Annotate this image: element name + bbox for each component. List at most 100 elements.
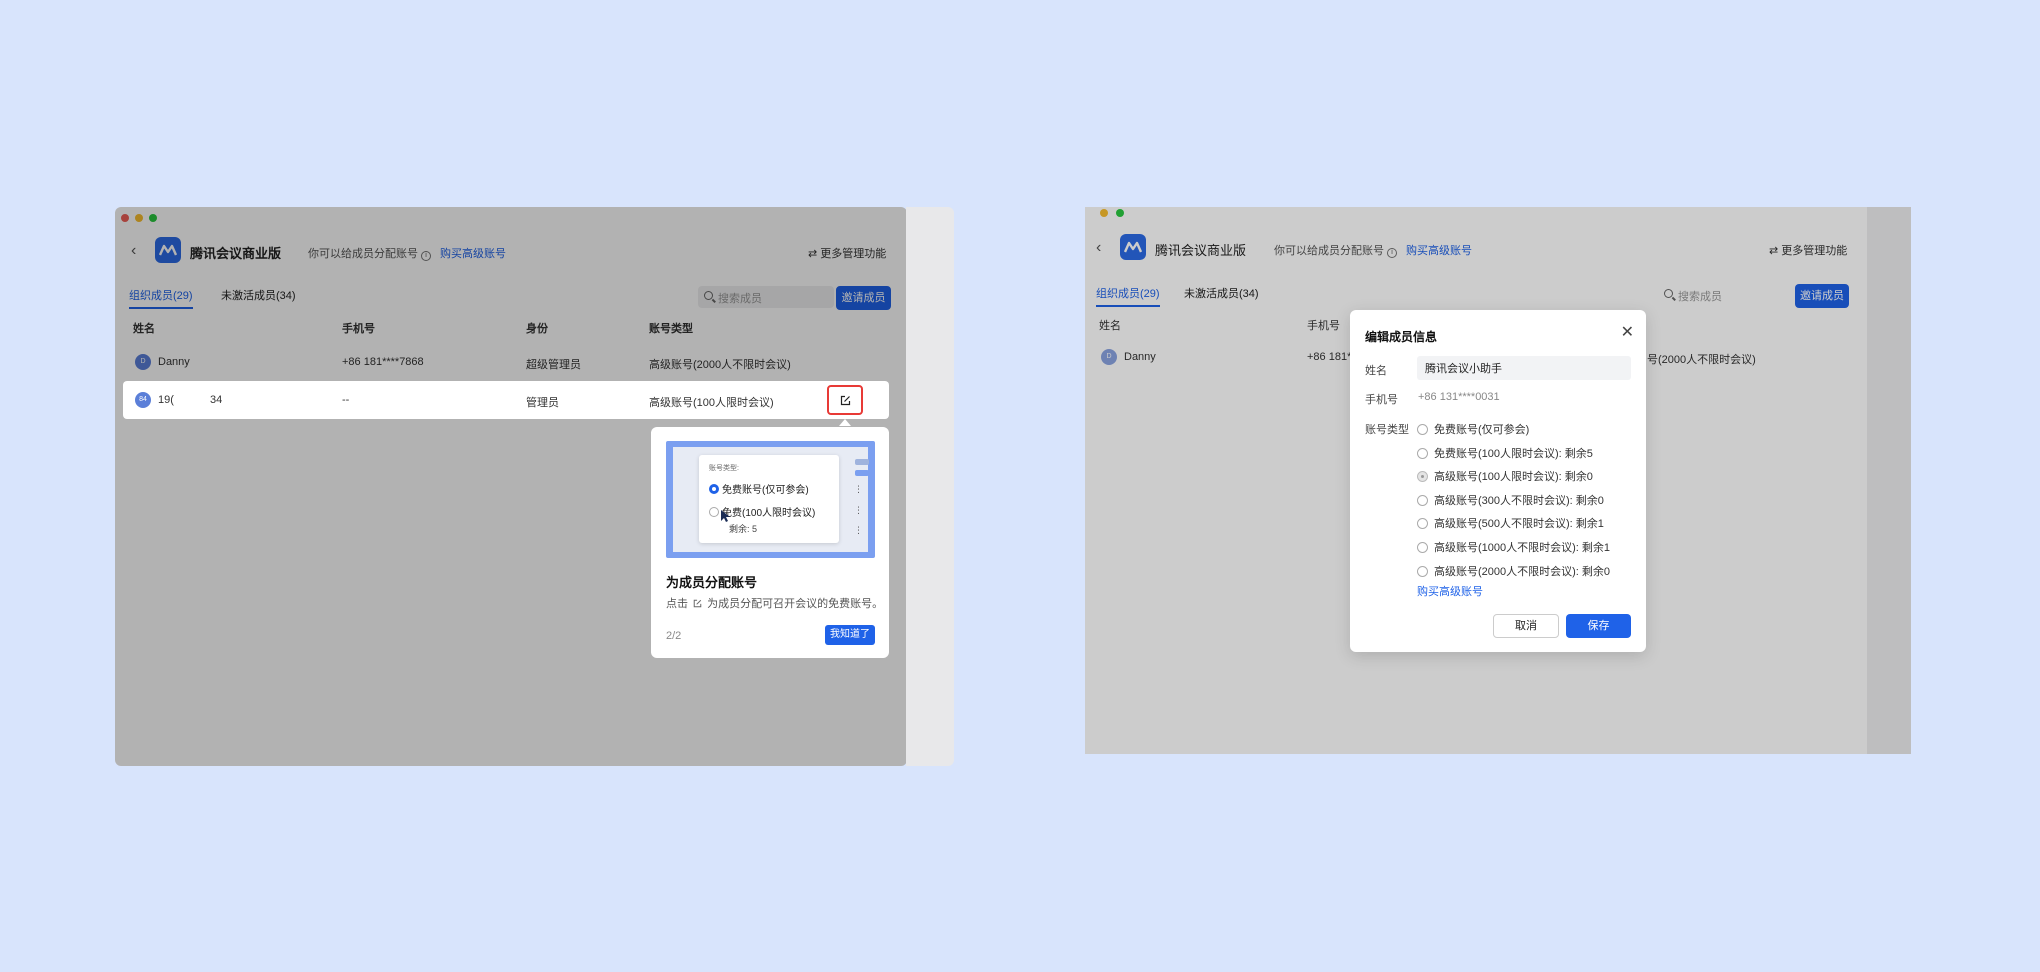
avatar: D xyxy=(1101,349,1117,365)
tab-org-members[interactable]: 组织成员(29) xyxy=(129,287,193,309)
account-option-premium-2000[interactable]: 高级账号(2000人不限时会议): 剩余0 xyxy=(1417,563,1610,579)
tab-org-members[interactable]: 组织成员(29) xyxy=(1096,285,1160,307)
member-name: Danny xyxy=(1124,351,1156,363)
close-icon[interactable]: ✕ xyxy=(1621,322,1634,342)
account-option-label: 高级账号(100人限时会议): 剩余0 xyxy=(1434,471,1593,483)
popover-desc-suffix: 为成员分配可召开会议的免费账号。 xyxy=(707,598,884,610)
col-header-account-type: 账号类型 xyxy=(649,323,693,335)
radio-selected-icon xyxy=(1417,471,1428,482)
search-placeholder: 搜索成员 xyxy=(718,293,762,305)
buy-premium-link[interactable]: 购买高级账号 xyxy=(1417,583,1483,599)
popover-pager: 2/2 xyxy=(666,630,682,642)
tab-inactive-members[interactable]: 未激活成员(34) xyxy=(1184,285,1259,301)
member-name: 19( xyxy=(158,394,174,406)
avatar: D xyxy=(135,354,151,370)
tencent-meeting-logo-icon xyxy=(155,237,181,263)
minimize-traffic-light[interactable] xyxy=(135,214,143,222)
info-icon[interactable]: i xyxy=(421,251,431,261)
account-option-premium-500[interactable]: 高级账号(500人不限时会议): 剩余1 xyxy=(1417,515,1604,531)
back-arrow-icon[interactable]: ‹ xyxy=(1096,239,1101,257)
assign-hint-text: 你可以给成员分配账号 xyxy=(308,248,418,260)
popover-description: 点击 为成员分配可召开会议的免费账号。 xyxy=(666,595,883,611)
member-role: 管理员 xyxy=(526,397,559,409)
illustration-option-free-label: 免费账号(仅可参会) xyxy=(722,485,809,496)
col-header-role: 身份 xyxy=(526,323,548,335)
onboarding-popover: ⋮ ⋮ ⋮ 账号类型: 免费账号(仅可参会) 免费(100人限时会议) 剩余: … xyxy=(651,427,889,658)
search-input[interactable]: 搜索成员 xyxy=(1658,284,1778,306)
col-header-phone: 手机号 xyxy=(1307,320,1340,332)
radio-selected-icon xyxy=(709,484,719,494)
assign-hint: 你可以给成员分配账号 i 购买高级账号 xyxy=(1274,242,1472,258)
more-management-button[interactable]: ⇄ 更多管理功能 xyxy=(1769,242,1847,258)
popover-caret xyxy=(839,419,851,426)
more-management-label: 更多管理功能 xyxy=(1781,245,1848,257)
save-button[interactable]: 保存 xyxy=(1566,614,1631,638)
zoom-traffic-light[interactable] xyxy=(1116,209,1124,217)
left-app-window: ‹ 腾讯会议商业版 你可以给成员分配账号 i 购买高级账号 ⇄ 更多管理功能 组织成… xyxy=(115,207,907,766)
app-title: 腾讯会议商业版 xyxy=(1155,243,1247,258)
app-title: 腾讯会议商业版 xyxy=(190,246,282,261)
search-placeholder: 搜索成员 xyxy=(1678,291,1722,303)
col-header-name: 姓名 xyxy=(133,323,155,335)
name-input[interactable] xyxy=(1417,356,1631,380)
buy-premium-link[interactable]: 购买高级账号 xyxy=(440,248,506,260)
radio-icon xyxy=(1417,424,1428,435)
account-option-premium-300[interactable]: 高级账号(300人不限时会议): 剩余0 xyxy=(1417,492,1604,508)
minimize-traffic-light[interactable] xyxy=(1100,209,1108,217)
illustration-card-title: 账号类型: xyxy=(709,465,739,472)
member-phone: +86 181****7868 xyxy=(342,356,424,368)
app-header: ‹ 腾讯会议商业版 你可以给成员分配账号 i 购买高级账号 ⇄ 更多管理功能 xyxy=(115,235,907,269)
more-management-label: 更多管理功能 xyxy=(820,248,887,260)
member-account-type: 高级账号(100人限时会议) xyxy=(649,397,774,409)
illustration-pill xyxy=(855,459,869,465)
right-side-strip xyxy=(1867,207,1911,754)
search-input[interactable]: 搜索成员 xyxy=(698,286,834,308)
cancel-button[interactable]: 取消 xyxy=(1493,614,1559,638)
account-option-premium-100[interactable]: 高级账号(100人限时会议): 剩余0 xyxy=(1417,468,1593,484)
radio-icon xyxy=(1417,542,1428,553)
account-option-label: 高级账号(2000人不限时会议): 剩余0 xyxy=(1434,566,1611,578)
tab-inactive-members[interactable]: 未激活成员(34) xyxy=(221,287,296,303)
tencent-meeting-logo-icon xyxy=(1120,234,1146,260)
more-management-button[interactable]: ⇄ 更多管理功能 xyxy=(808,245,886,261)
radio-icon xyxy=(1417,495,1428,506)
edit-member-button[interactable] xyxy=(827,385,863,415)
name-label: 姓名 xyxy=(1365,365,1387,377)
account-option-label: 高级账号(300人不限时会议): 剩余0 xyxy=(1434,495,1604,507)
illustration-account-card: 账号类型: 免费账号(仅可参会) 免费(100人限时会议) 剩余: 5 xyxy=(699,455,839,543)
buy-premium-link[interactable]: 购买高级账号 xyxy=(1406,245,1472,257)
radio-icon xyxy=(1417,518,1428,529)
col-header-phone: 手机号 xyxy=(342,323,375,335)
left-window-side-panel xyxy=(906,207,954,766)
zoom-traffic-light[interactable] xyxy=(149,214,157,222)
more-dots-icon: ⋮ xyxy=(854,484,863,494)
invite-member-button[interactable]: 邀请成员 xyxy=(1795,284,1849,308)
account-option-label: 免费账号(100人限时会议): 剩余5 xyxy=(1434,448,1593,460)
back-arrow-icon[interactable]: ‹ xyxy=(131,242,136,260)
col-header-name: 姓名 xyxy=(1099,320,1121,332)
account-option-free[interactable]: 免费账号(仅可参会) xyxy=(1417,421,1529,437)
account-type-label: 账号类型 xyxy=(1365,424,1409,436)
illustration-pill xyxy=(855,470,869,476)
info-icon[interactable]: i xyxy=(1387,248,1397,258)
radio-icon xyxy=(1417,566,1428,577)
app-header: ‹ 腾讯会议商业版 你可以给成员分配账号 i 购买高级账号 ⇄ 更多管理功能 xyxy=(1085,232,1911,266)
account-option-free-100[interactable]: 免费账号(100人限时会议): 剩余5 xyxy=(1417,445,1593,461)
sliders-icon: ⇄ xyxy=(1769,245,1782,257)
account-option-label: 高级账号(500人不限时会议): 剩余1 xyxy=(1434,518,1604,530)
popover-illustration: ⋮ ⋮ ⋮ 账号类型: 免费账号(仅可参会) 免费(100人限时会议) 剩余: … xyxy=(666,441,875,558)
assign-hint: 你可以给成员分配账号 i 购买高级账号 xyxy=(308,245,506,261)
invite-member-button[interactable]: 邀请成员 xyxy=(836,286,891,310)
edit-icon xyxy=(840,395,850,405)
more-dots-icon: ⋮ xyxy=(854,505,863,515)
account-option-premium-1000[interactable]: 高级账号(1000人不限时会议): 剩余1 xyxy=(1417,539,1610,555)
got-it-button[interactable]: 我知道了 xyxy=(825,625,875,645)
close-traffic-light[interactable] xyxy=(121,214,129,222)
member-phone: -- xyxy=(342,394,350,406)
popover-title: 为成员分配账号 xyxy=(666,575,758,590)
member-role: 超级管理员 xyxy=(526,359,581,371)
member-phone: +86 181* xyxy=(1307,351,1352,363)
avatar: 84 xyxy=(135,392,151,408)
edit-member-dialog: 编辑成员信息 ✕ 姓名 手机号 +86 131****0031 账号类型 免费账… xyxy=(1350,310,1646,652)
table-row-highlighted[interactable]: 84 19( 34 -- 管理员 高级账号(100人限时会议) xyxy=(123,381,889,419)
